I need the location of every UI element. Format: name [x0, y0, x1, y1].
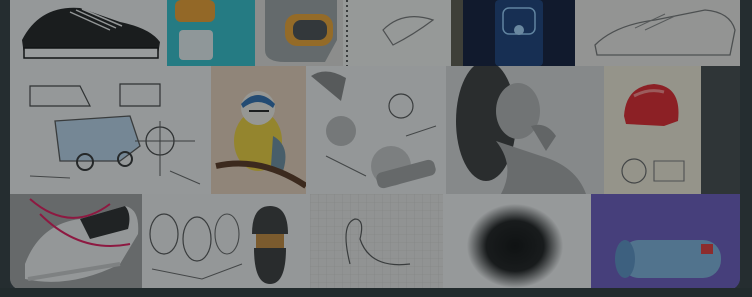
grey-product-thumb[interactable] — [255, 0, 343, 66]
sneaker-line-drawing-thumb[interactable] — [10, 0, 167, 66]
shoe-pencil-sketch-thumb[interactable] — [575, 0, 740, 66]
left-edge — [0, 0, 10, 297]
phone-product-thumb[interactable] — [463, 0, 575, 66]
red-helmet-sketch-thumb[interactable] — [604, 66, 701, 194]
panel-bottom-edge — [0, 288, 752, 297]
woman-portrait-thumb[interactable] — [446, 66, 604, 194]
gallery-panel — [0, 0, 752, 297]
red-sneaker-render-thumb[interactable] — [10, 194, 142, 290]
dark-blur-circle-thumb[interactable] — [443, 194, 591, 290]
tool-sketches-thumb[interactable] — [306, 66, 446, 194]
blue-speaker-render-thumb[interactable] — [591, 194, 740, 290]
image-grid — [10, 0, 740, 290]
blue-tit-bird-thumb[interactable] — [211, 66, 306, 194]
swan-grid-sketch-thumb[interactable] — [310, 194, 443, 290]
sketchbook-dove-thumb[interactable] — [343, 0, 463, 66]
product-render-thumb[interactable] — [167, 0, 255, 66]
vehicle-concept-sketch-thumb[interactable] — [10, 66, 211, 194]
capsule-character-sketch-thumb[interactable] — [142, 194, 310, 290]
empty-slot — [701, 66, 740, 194]
right-edge — [740, 0, 752, 297]
